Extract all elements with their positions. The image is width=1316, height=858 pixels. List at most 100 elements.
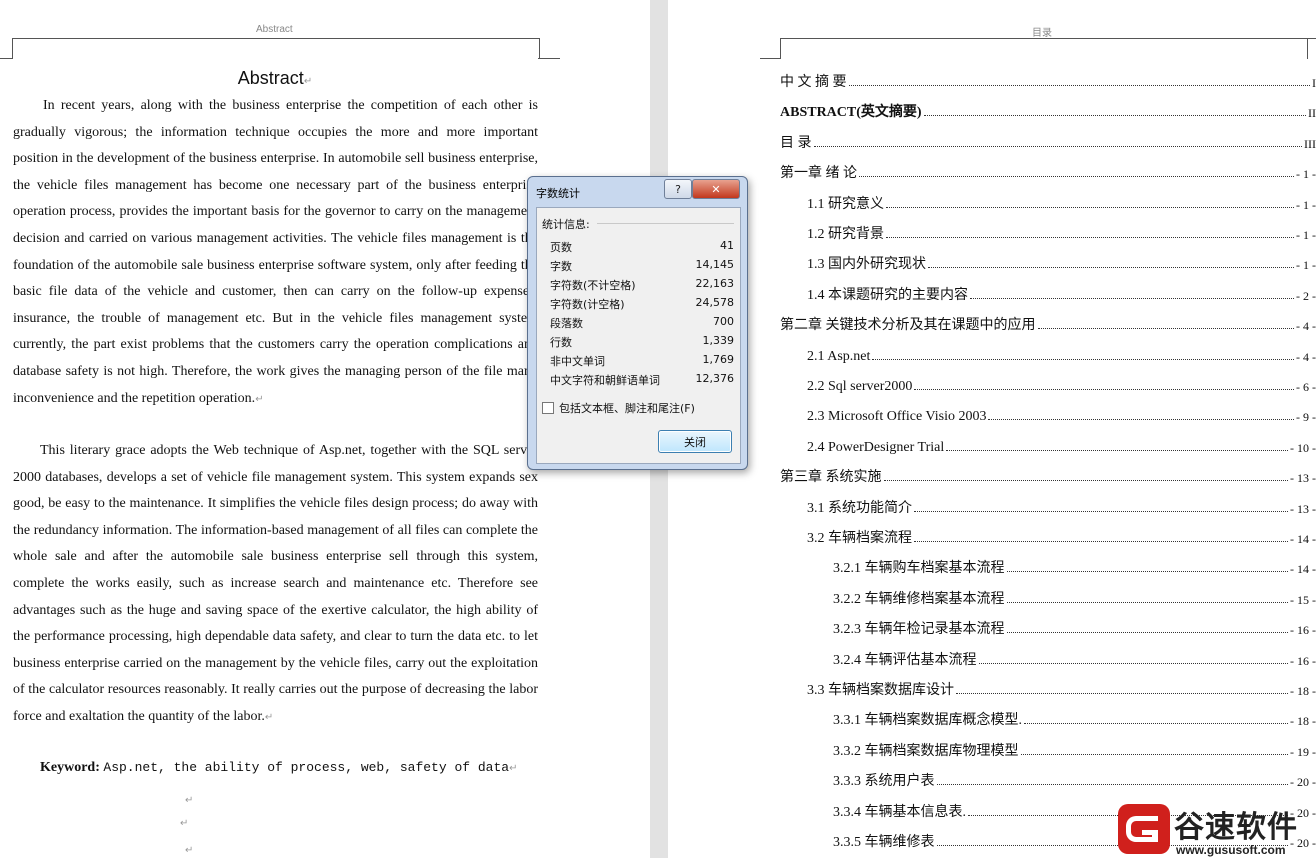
toc-entry[interactable]: ABSTRACT(英文摘要) II: [780, 99, 1316, 121]
toc-leader-dots: [813, 145, 1302, 147]
help-icon: ?: [675, 182, 681, 196]
include-label: 包括文本框、脚注和尾注(F): [559, 402, 695, 415]
toc-leader-dots: [1006, 571, 1288, 573]
toc-entry-text: ABSTRACT(英文摘要): [780, 105, 922, 121]
toc-page-number: - 18 -: [1290, 684, 1316, 698]
toc-leader-dots: [1006, 601, 1288, 603]
toc-page-number: - 14 -: [1290, 532, 1316, 546]
toc-leader-dots: [886, 206, 1294, 208]
toc-entry[interactable]: 3.3.2 车辆档案数据库物理模型 - 19 -: [833, 738, 1316, 760]
toc-page-number: - 10 -: [1290, 440, 1316, 455]
toc-entry-text: 3.3.4 车辆基本信息表.: [833, 804, 966, 820]
help-button[interactable]: ?: [664, 179, 692, 199]
statistic-row: 字符数(不计空格) 22,163: [550, 277, 734, 293]
toc-entry-text: 1.4 本课题研究的主要内容: [807, 287, 968, 303]
toc-entry[interactable]: 3.3.3 系统用户表 - 20 -: [833, 768, 1316, 790]
keyword-line[interactable]: Keyword: Asp.net, the ability of process…: [40, 760, 517, 776]
toc-entry[interactable]: 3.2.3 车辆年检记录基本流程 - 16 -: [833, 616, 1316, 638]
dialog-title: 字数统计: [536, 187, 580, 200]
toc-entry[interactable]: 1.4 本课题研究的主要内容 - 2 -: [807, 282, 1316, 304]
header-corner: [12, 38, 540, 59]
toc-entry[interactable]: 第一章 绪 论 - 1 -: [780, 160, 1316, 182]
toc-entry-text: 中 文 摘 要: [780, 75, 847, 90]
toc-entry[interactable]: 1.3 国内外研究现状 - 1 -: [807, 251, 1316, 273]
toc-entry[interactable]: 第二章 关键技术分析及其在课题中的应用 - 4 -: [780, 312, 1316, 334]
paragraph-mark: ↵: [180, 818, 189, 829]
toc-leader-dots: [1037, 328, 1294, 330]
toc-entry-text: 目 录: [780, 135, 812, 151]
toc-page-number: - 16 -: [1290, 623, 1316, 638]
toc-page-number: - 1 -: [1296, 258, 1316, 273]
statistic-row: 字符数(计空格) 24,578: [550, 296, 734, 312]
abstract-paragraph-2[interactable]: This literary grace adopts the Web techn…: [13, 438, 538, 732]
toc-entry-text: 1.2 研究背景: [807, 227, 884, 242]
toc-entry[interactable]: 3.2.2 车辆维修档案基本流程 - 15 -: [833, 586, 1316, 608]
toc-page-number: - 16 -: [1290, 653, 1316, 668]
toc-entry-text: 2.2 Sql server2000: [807, 379, 913, 394]
toc-entry[interactable]: 1.2 研究背景 - 1 -: [807, 221, 1316, 243]
toc-page-number: - 1 -: [1296, 167, 1316, 182]
close-button[interactable]: 关闭: [658, 430, 732, 453]
include-textboxes-checkbox[interactable]: 包括文本框、脚注和尾注(F): [542, 400, 695, 416]
statistic-value: 700: [713, 315, 734, 328]
toc-entry[interactable]: 3.3.1 车辆档案数据库概念模型. - 18 -: [833, 707, 1316, 729]
toc-entry[interactable]: 3.2.1 车辆购车档案基本流程 - 14 -: [833, 555, 1316, 577]
toc-leader-dots: [978, 662, 1288, 664]
toc-leader-dots: [946, 449, 1288, 451]
watermark-logo: 谷速软件 www.gususoft.com: [1118, 800, 1316, 858]
statistic-value: 1,339: [702, 334, 735, 347]
toc-entry[interactable]: 3.2.4 车辆评估基本流程 - 16 -: [833, 647, 1316, 669]
statistic-value: 14,145: [695, 258, 735, 271]
toc-entry-text: 3.3.1 车辆档案数据库概念模型.: [833, 713, 1022, 729]
toc-entry-text: 3.2.3 车辆年检记录基本流程: [833, 622, 1005, 638]
header-stub: [0, 58, 13, 59]
toc-page-number: - 19 -: [1290, 744, 1316, 759]
toc-entry-text: 第二章 关键技术分析及其在课题中的应用: [780, 318, 1036, 334]
toc-entry[interactable]: 目 录 III: [780, 130, 1316, 152]
toc-entry-text: 3.3 车辆档案数据库设计: [807, 683, 954, 698]
checkbox-icon[interactable]: [542, 402, 554, 414]
abstract-paragraph-1[interactable]: In recent years, along with the business…: [13, 93, 538, 413]
toc-entry[interactable]: 2.3 Microsoft Office Visio 2003 - 9 -: [807, 403, 1316, 425]
toc-entry[interactable]: 中 文 摘 要I: [780, 69, 1316, 91]
toc-entry[interactable]: 第三章 系统实施 - 13 -: [780, 464, 1316, 486]
toc-entry[interactable]: 3.2 车辆档案流程 - 14 -: [807, 525, 1316, 547]
toc-page-number: - 1 -: [1296, 197, 1316, 212]
dialog-body: 统计信息: 页数 41 字数 14,145 字符数(不计空格) 22,163 字符数(计空格…: [536, 207, 741, 464]
statistic-value: 12,376: [695, 372, 735, 385]
toc-page-number: - 1 -: [1296, 228, 1316, 242]
toc-leader-dots: [928, 267, 1294, 269]
statistic-row: 字数 14,145: [550, 258, 734, 274]
toc-entry[interactable]: 1.1 研究意义 - 1 -: [807, 191, 1316, 213]
toc-leader-dots: [956, 693, 1288, 694]
statistic-value: 22,163: [695, 277, 735, 290]
toc-entry[interactable]: 2.1 Asp.net - 4 -: [807, 343, 1316, 365]
statistic-label: 段落数: [550, 317, 583, 330]
toc-leader-dots: [1006, 632, 1288, 634]
toc-entry[interactable]: 2.2 Sql server2000 - 6 -: [807, 373, 1316, 395]
toc-page-number: - 18 -: [1290, 714, 1316, 729]
header-corner: [780, 38, 1309, 59]
statistic-row: 页数 41: [550, 239, 734, 255]
toc-page-number: - 2 -: [1296, 288, 1316, 303]
toc-page-number: I: [1312, 76, 1316, 90]
toc-entry[interactable]: 3.3 车辆档案数据库设计 - 18 -: [807, 677, 1316, 699]
close-window-button[interactable]: ✕: [692, 179, 740, 199]
keyword-value: Asp.net, the ability of process, web, sa…: [103, 760, 510, 775]
paragraph-mark: ↵: [185, 845, 194, 856]
header-text: Abstract: [256, 24, 293, 35]
toc-entry[interactable]: 2.4 PowerDesigner Trial - 10 -: [807, 434, 1316, 456]
header-text: 目录: [1032, 28, 1052, 39]
toc-leader-dots: [923, 115, 1306, 117]
word-count-dialog[interactable]: 字数统计 ? ✕ 统计信息: 页数 41 字数 14,145 字符数(不计空格) 22,1…: [527, 176, 748, 470]
keyword-label: Keyword:: [40, 760, 100, 775]
statistic-value: 41: [720, 239, 734, 252]
toc-entry[interactable]: 3.1 系统功能简介 - 13 -: [807, 495, 1316, 517]
toc-entry-text: 3.2.2 车辆维修档案基本流程: [833, 591, 1005, 607]
header-stub: [538, 58, 560, 59]
right-page: 目录 中 文 摘 要 I ABSTRACT(英文摘要) II 目 录 III 第一章 绪 论…: [668, 0, 1316, 858]
toc-leader-dots: [970, 297, 1294, 299]
toc-page-number: - 15 -: [1290, 592, 1316, 607]
statistic-value: 24,578: [695, 296, 735, 309]
statistic-label: 页数: [550, 241, 572, 254]
